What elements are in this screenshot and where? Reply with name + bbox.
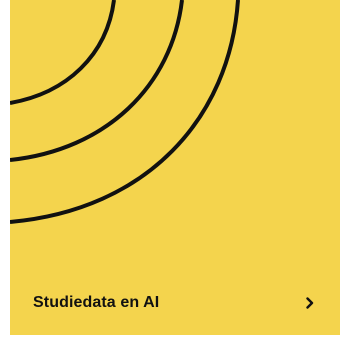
decorative-arcs [10,0,240,224]
studiedata-en-ai-card[interactable]: Studiedata en AI [10,0,340,335]
card-footer: Studiedata en AI [33,291,316,315]
card-title: Studiedata en AI [33,294,160,311]
chevron-right-icon[interactable] [304,296,316,310]
arc-middle [10,0,184,162]
arc-inner [10,0,116,105]
